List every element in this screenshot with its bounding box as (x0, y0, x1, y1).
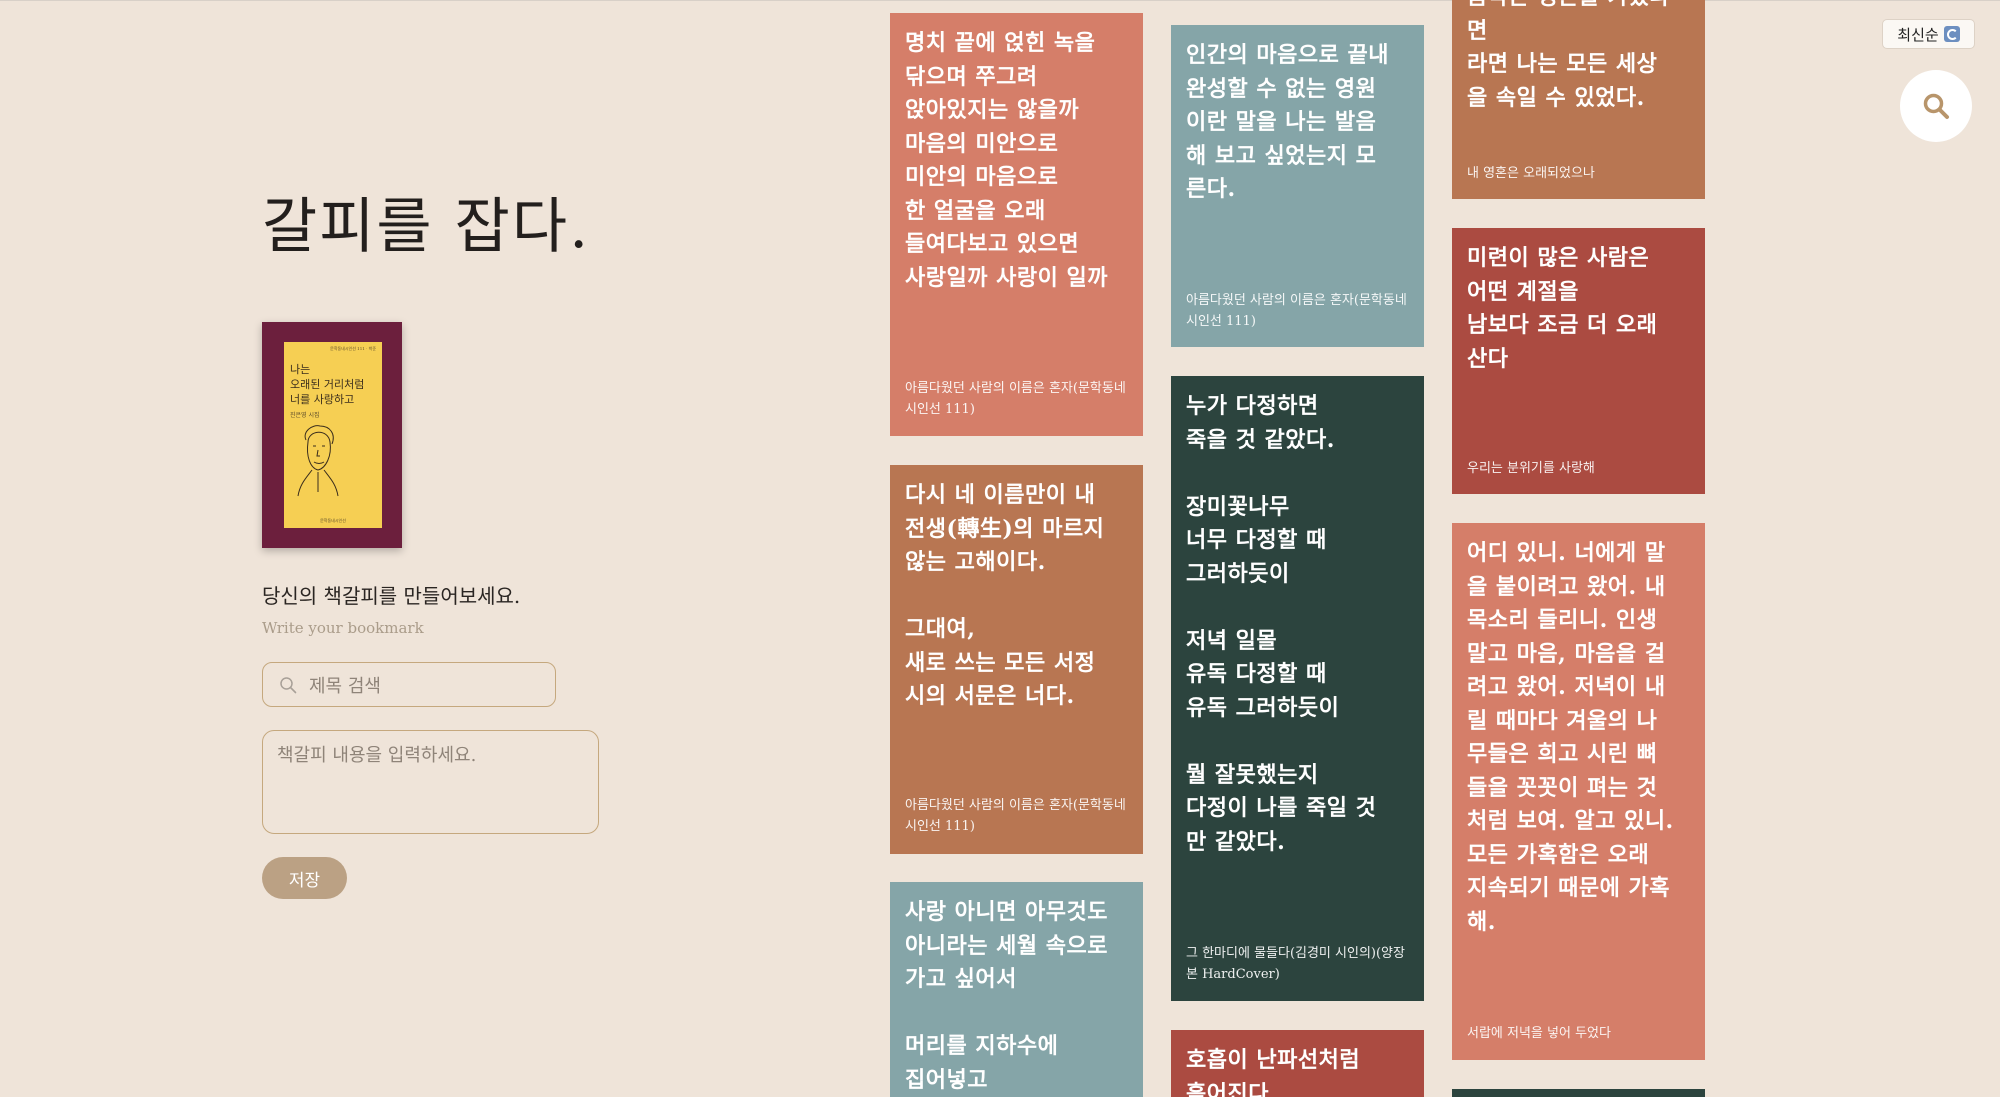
refresh-icon (1943, 26, 1960, 42)
search-icon (280, 677, 297, 694)
make-bookmark-subheading: Write your bookmark (262, 619, 424, 637)
bookmark-source: 아름다웠던 사람의 이름은 혼자(문학동네시인선 111) (905, 798, 1126, 834)
bookmark-text: 미련이 많은 사람은 어떤 계절을 남보다 조금 더 오래 산다 (1467, 245, 1658, 372)
search-icon (1923, 93, 1949, 119)
search-button[interactable] (1900, 70, 1972, 142)
bookmark-text: 명치 끝에 얹힌 녹을 닦으며 쭈그려 앉아있지는 않을까 마음의 미안으로 미… (905, 30, 1108, 291)
bookmark-content-input[interactable] (262, 730, 599, 834)
bookmark-source: 우리는 분위기를 사랑해 (1467, 461, 1595, 476)
page-title: 갈피를 잡다. (262, 192, 591, 262)
bookmark-text: 호흡이 난파선처럼 흩어진다 (1186, 1047, 1361, 1097)
book-title: 나는 오래된 거리처럼 너를 사랑하고 (290, 362, 364, 407)
bookmark-source: 그 한마디에 물들다(김경미 시인의)(양장본 HardCover) (1186, 946, 1405, 982)
book-author: 진은영 시집 (290, 412, 320, 419)
bookmark-source: 내 영혼은 오래되었으나 (1467, 166, 1595, 181)
bookmark-card[interactable]: 어디 있니. 너에게 말 을 붙이려고 왔어. 내 목소리 들리니. 인생 말고… (1452, 523, 1705, 1060)
bookmark-source: 아름다웠던 사람의 이름은 혼자(문학동네시인선 111) (905, 381, 1126, 417)
save-button[interactable]: 저장 (262, 857, 347, 899)
sort-newest-button[interactable]: 최신순 (1882, 19, 1975, 49)
bookmark-text: 다시 네 이름만이 내 전생(轉生)의 마르지 않는 고해이다. 그대여, 새로… (905, 482, 1105, 709)
title-search-box[interactable] (262, 662, 556, 707)
book-cover: 문학동네시인선 111 · 박준 나는 오래된 거리처럼 너를 사랑하고 진은영… (284, 342, 382, 528)
bookmark-card[interactable]: 인간의 마음으로 끝내 완성할 수 없는 영원 이란 말을 나는 발음 해 보고… (1171, 25, 1424, 347)
title-search-input[interactable] (307, 671, 549, 701)
book-title-line: 너를 사랑하고 (290, 393, 355, 406)
book-publisher-top: 문학동네시인선 111 · 박준 (330, 346, 376, 351)
bookmark-text: 사랑 아니면 아무것도 아니라는 세월 속으로 가고 싶어서 머리를 지하수에 … (905, 899, 1108, 1093)
sort-label: 최신순 (1897, 25, 1939, 44)
bookmark-card[interactable]: 명치 끝에 얹힌 녹을 닦으며 쭈그려 앉아있지는 않을까 마음의 미안으로 미… (890, 13, 1143, 436)
book-title-line: 나는 (290, 363, 311, 376)
bookmark-card[interactable]: 사랑 아니면 아무것도 아니라는 세월 속으로 가고 싶어서 머리를 지하수에 … (890, 882, 1143, 1097)
bookmark-card[interactable]: 음악은 영혼을 가졌다면 라면 나는 모든 세상 을 속일 수 있었다. 내 영… (1452, 0, 1705, 199)
bookmark-card[interactable]: 호흡이 난파선처럼 흩어진다 (1171, 1030, 1424, 1097)
bookmark-card[interactable] (1452, 1089, 1705, 1097)
bookmark-source: 아름다웠던 사람의 이름은 혼자(문학동네시인선 111) (1186, 293, 1407, 329)
bookmark-text: 인간의 마음으로 끝내 완성할 수 없는 영원 이란 말을 나는 발음 해 보고… (1186, 42, 1389, 202)
bookmark-text: 누가 다정하면 죽을 것 같았다. 장미꽃나무 너무 다정할 때 그러하듯이 저… (1186, 393, 1377, 855)
bookmark-text: 음악은 영혼을 가졌다면 라면 나는 모든 세상 을 속일 수 있었다. (1467, 0, 1669, 111)
book-publisher-bottom: 문학동네시인선 (320, 518, 346, 523)
make-bookmark-heading: 당신의 책갈피를 만들어보세요. (262, 584, 521, 608)
portrait-sketch-icon (297, 425, 339, 497)
bookmark-card[interactable]: 누가 다정하면 죽을 것 같았다. 장미꽃나무 너무 다정할 때 그러하듯이 저… (1171, 376, 1424, 1001)
bookmark-source: 서랍에 저녁을 넣어 두었다 (1467, 1026, 1611, 1041)
book-title-line: 오래된 거리처럼 (290, 378, 365, 391)
bookmark-card[interactable]: 다시 네 이름만이 내 전생(轉生)의 마르지 않는 고해이다. 그대여, 새로… (890, 465, 1143, 854)
bookmark-text: 어디 있니. 너에게 말 을 붙이려고 왔어. 내 목소리 들리니. 인생 말고… (1467, 540, 1674, 935)
bookmark-card[interactable]: 미련이 많은 사람은 어떤 계절을 남보다 조금 더 오래 산다 우리는 분위기… (1452, 228, 1705, 494)
book-cover-frame[interactable]: 문학동네시인선 111 · 박준 나는 오래된 거리처럼 너를 사랑하고 진은영… (262, 322, 402, 548)
